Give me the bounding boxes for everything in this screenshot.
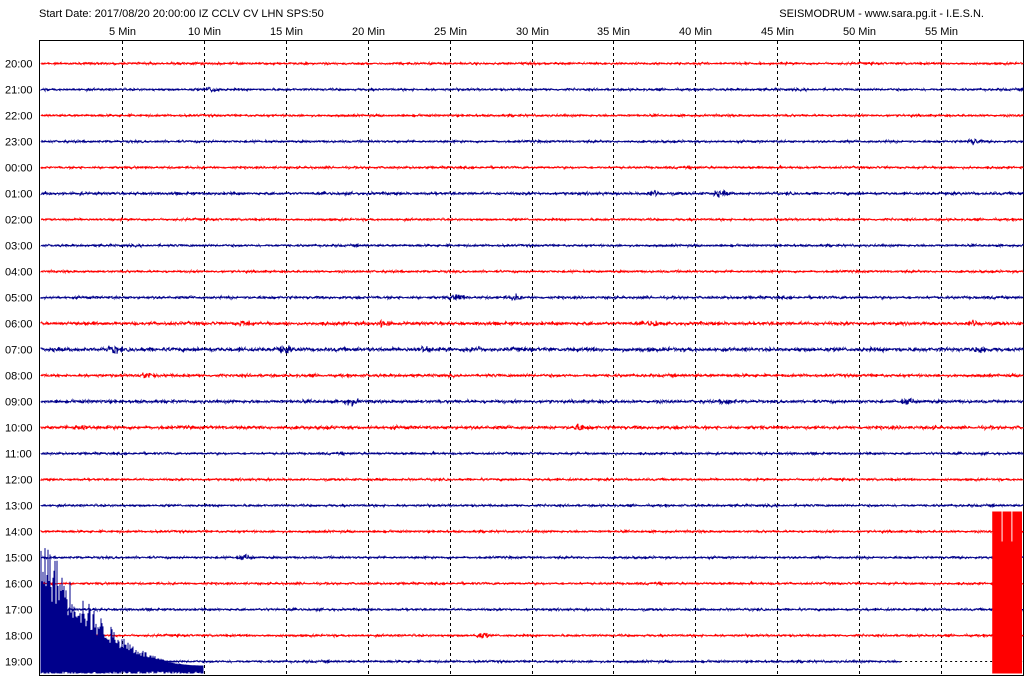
gridlines [122,41,942,675]
row-label-1700: 17:00 [5,605,33,617]
row-label-2000: 20:00 [5,59,33,71]
x-tick-label: 50 Min [843,26,876,38]
x-tick-label: 15 Min [270,26,303,38]
row-label-0400: 04:00 [5,267,33,279]
row-label-0700: 07:00 [5,345,33,357]
trace-0700 [40,344,1024,354]
row-label-2300: 23:00 [5,137,33,149]
x-tick-label: 40 Min [679,26,712,38]
trace-0900 [40,397,1024,407]
trace-0200 [40,216,1024,223]
x-tick-label: 35 Min [597,26,630,38]
row-label-0900: 09:00 [5,397,33,409]
row-label-0200: 02:00 [5,215,33,227]
traces [40,60,1024,665]
events [40,511,1022,674]
x-tick-label: 10 Min [188,26,221,38]
row-label-2100: 21:00 [5,85,33,97]
trace-1100 [40,450,1024,457]
row-label-0600: 06:00 [5,319,33,331]
row-label-1400: 14:00 [5,527,33,539]
trace-1000 [40,423,1024,432]
trace-1400 [40,528,1024,535]
row-label-1500: 15:00 [5,553,33,565]
x-tick-label: 20 Min [352,26,385,38]
saturated-block [992,511,1022,674]
row-label-1900: 19:00 [5,657,33,669]
x-tick-label: 55 Min [925,26,958,38]
row-label-0000: 00:00 [5,163,33,175]
trace-2200 [40,112,1024,119]
row-label-0300: 03:00 [5,241,33,253]
row-label-1200: 12:00 [5,475,33,487]
row-label-1600: 16:00 [5,579,33,591]
row-label-0100: 01:00 [5,189,33,201]
row-label-1100: 11:00 [5,449,32,461]
y-axis-labels: 20:00 21:00 22:00 23:00 00:00 01:00 02:00 03:00… [5,59,33,669]
helicorder-plot: 5 Min 10 Min 15 Min 20 Min 25 Min 30 Min 35 Mi… [5,26,1024,676]
row-label-2200: 22:00 [5,111,33,123]
row-label-0800: 08:00 [5,371,33,383]
trace-2000 [40,60,1024,67]
trace-1200 [40,476,1024,483]
x-tick-label: 25 Min [434,26,467,38]
trace-1700 [40,606,1024,613]
x-tick-label: 30 Min [516,26,549,38]
row-label-1300: 13:00 [5,501,33,513]
x-tick-label: 5 Min [109,26,136,38]
trace-0600 [40,318,1024,328]
row-label-1000: 10:00 [5,423,33,435]
row-label-0500: 05:00 [5,293,33,305]
x-tick-label: 45 Min [761,26,794,38]
row-label-1800: 18:00 [5,631,33,643]
x-axis-labels: 5 Min 10 Min 15 Min 20 Min 25 Min 30 Min 35 Mi… [109,26,958,38]
large-event-onset [40,548,204,674]
plot-frame [39,40,1024,676]
